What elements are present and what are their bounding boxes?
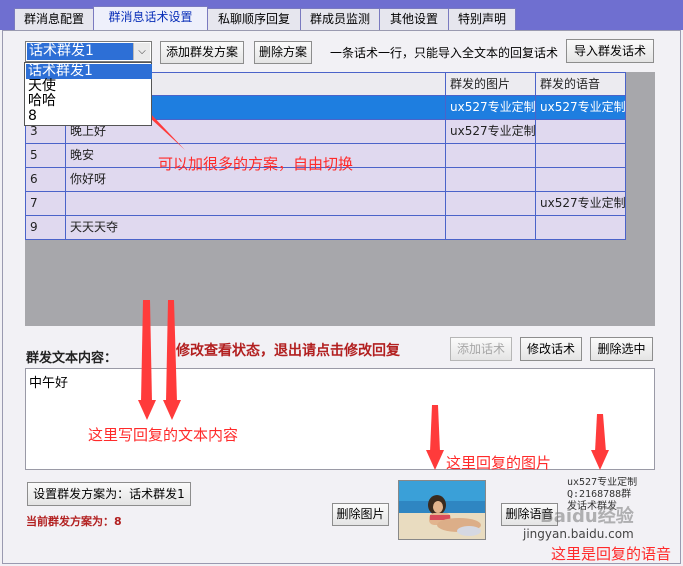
annotation-edit-state: 修改查看状态，退出请点击修改回复 — [176, 343, 400, 359]
dropdown-option[interactable]: 话术群发1 — [26, 64, 152, 79]
arrow-down-icon — [430, 405, 440, 452]
scheme-dropdown-list: 话术群发1 天使 哈哈 8 — [24, 62, 152, 126]
annotation-write-text: 这里写回复的文本内容 — [88, 426, 239, 444]
dropdown-option[interactable]: 8 — [26, 109, 152, 124]
annotation-reply-image: 这里回复的图片 — [446, 454, 552, 472]
dropdown-option[interactable]: 天使 — [26, 79, 152, 94]
arrow-down-icon — [595, 414, 606, 452]
annotation-switch: 可以加很多的方案，自由切换 — [158, 155, 354, 173]
annotation-reply-voice: 这里是回复的语音 — [551, 545, 672, 563]
dropdown-option[interactable]: 哈哈 — [26, 94, 152, 109]
arrow-down-icon — [141, 300, 152, 402]
